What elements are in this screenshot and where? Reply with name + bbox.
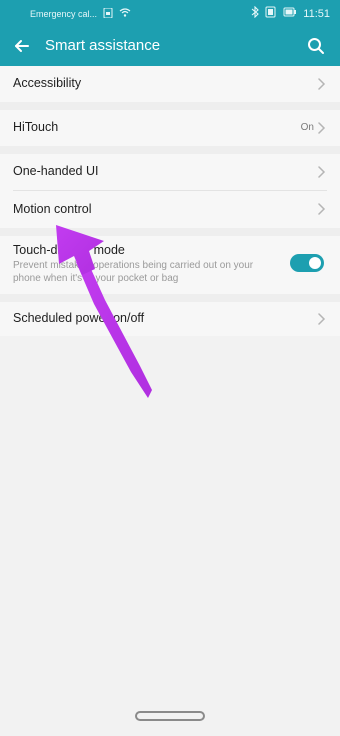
chevron-right-icon bbox=[318, 78, 326, 90]
group-gap bbox=[0, 102, 340, 110]
row-touch-disable-mode: Touch-disable mode Prevent mistaken oper… bbox=[0, 236, 340, 294]
row-value: On bbox=[300, 122, 314, 133]
chevron-right-icon bbox=[318, 122, 326, 134]
settings-group-5: Scheduled power on/off bbox=[0, 302, 340, 336]
touch-disable-toggle[interactable] bbox=[290, 254, 324, 272]
row-label: Motion control bbox=[13, 202, 92, 216]
status-left: Emergency cal... bbox=[30, 7, 131, 20]
bluetooth-icon bbox=[251, 5, 260, 21]
toggle-knob bbox=[309, 257, 321, 269]
battery-icon bbox=[283, 7, 297, 20]
signal-icon bbox=[265, 6, 277, 21]
row-scheduled-power[interactable]: Scheduled power on/off bbox=[0, 302, 340, 336]
row-label: Touch-disable mode bbox=[13, 243, 125, 257]
app-bar: Smart assistance bbox=[0, 28, 340, 66]
clock-text: 11:51 bbox=[303, 7, 330, 20]
row-label: Accessibility bbox=[13, 76, 82, 90]
settings-group-2: HiTouch On bbox=[0, 110, 340, 146]
group-gap bbox=[0, 146, 340, 154]
row-label: HiTouch bbox=[13, 120, 59, 134]
row-label: One-handed UI bbox=[13, 164, 99, 178]
carrier-text: Emergency cal... bbox=[30, 9, 98, 19]
chevron-right-icon bbox=[318, 313, 326, 325]
settings-group-1: Accessibility bbox=[0, 66, 340, 102]
back-arrow-icon[interactable] bbox=[12, 36, 32, 56]
row-one-handed-ui[interactable]: One-handed UI bbox=[0, 154, 340, 190]
group-gap bbox=[0, 228, 340, 236]
group-gap bbox=[0, 294, 340, 302]
wifi-icon bbox=[119, 8, 131, 20]
status-right: 11:51 bbox=[251, 5, 330, 21]
settings-group-4: Touch-disable mode Prevent mistaken oper… bbox=[0, 236, 340, 294]
row-motion-control[interactable]: Motion control bbox=[0, 191, 340, 228]
status-bar: Emergency cal... 11:51 bbox=[0, 0, 340, 28]
page-title: Smart assistance bbox=[45, 37, 161, 54]
sim-icon bbox=[103, 7, 113, 20]
row-label: Scheduled power on/off bbox=[13, 311, 145, 325]
settings-group-3: One-handed UI Motion control bbox=[0, 154, 340, 228]
chevron-right-icon bbox=[318, 203, 326, 215]
row-accessibility[interactable]: Accessibility bbox=[0, 66, 340, 102]
home-indicator[interactable] bbox=[135, 711, 205, 721]
row-description: Prevent mistaken operations being carrie… bbox=[13, 260, 254, 284]
chevron-right-icon bbox=[318, 166, 326, 178]
search-icon[interactable] bbox=[306, 36, 326, 56]
row-hitouch[interactable]: HiTouch On bbox=[0, 110, 340, 146]
